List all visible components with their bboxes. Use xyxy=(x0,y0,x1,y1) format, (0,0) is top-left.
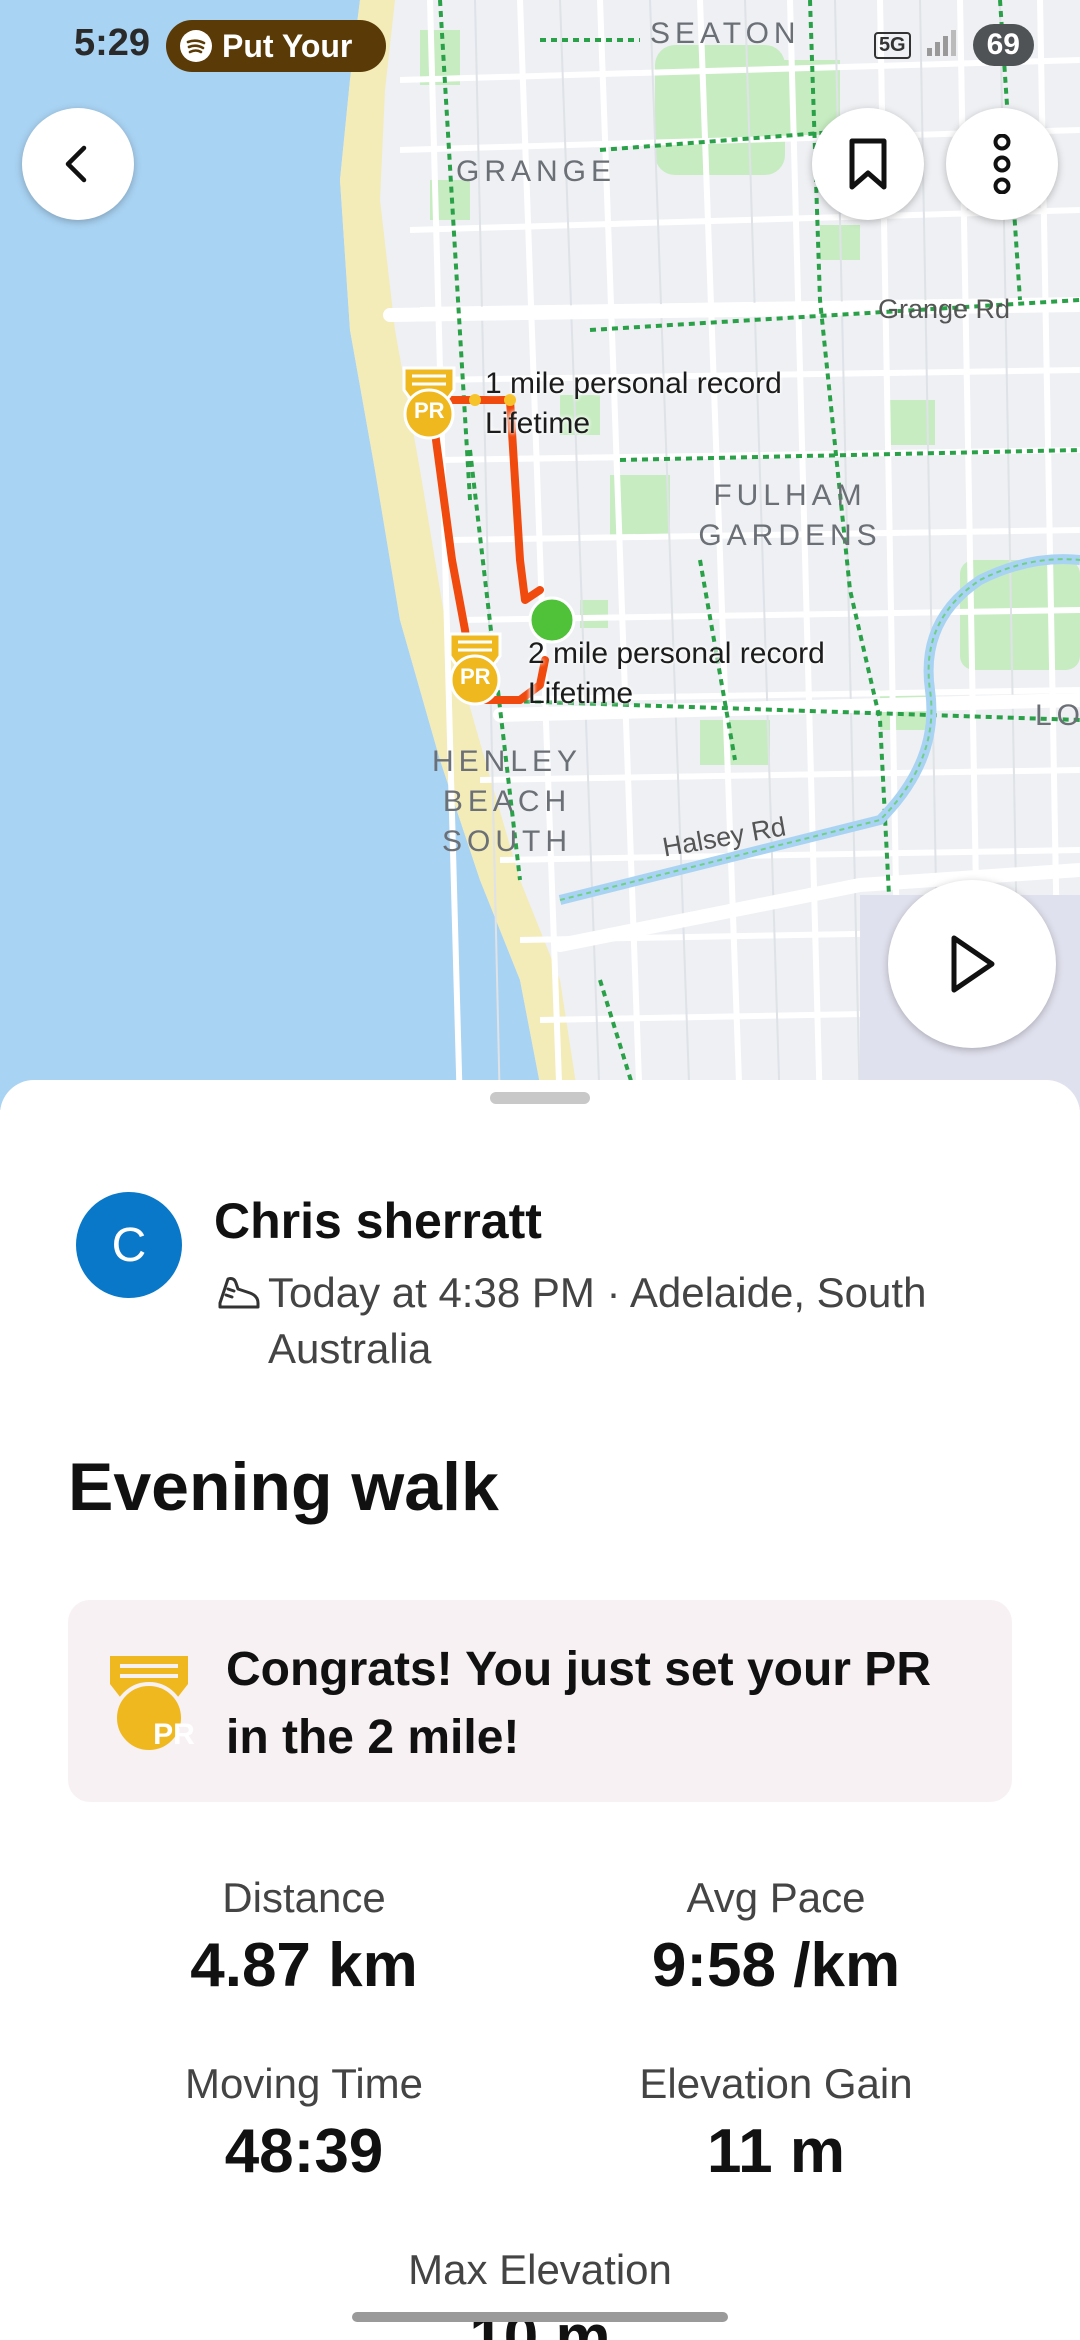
stat-distance-value: 4.87 km xyxy=(190,1931,418,2000)
back-button[interactable] xyxy=(22,108,134,220)
signal-icon xyxy=(925,28,959,63)
sheet-drag-handle[interactable] xyxy=(490,1092,590,1104)
chevron-left-icon xyxy=(65,145,87,183)
stat-moving-time-value: 48:39 xyxy=(224,2117,384,2186)
stat-elevation-gain-label: Elevation Gain xyxy=(639,2060,913,2107)
bookmark-button[interactable] xyxy=(812,108,924,220)
pr-marker-1-text: PR xyxy=(414,398,445,423)
pr-callout-2-subtitle: Lifetime xyxy=(528,677,634,710)
athlete-name[interactable]: Chris sherratt xyxy=(214,1192,542,1250)
pr-callout-1-title: 1 mile personal record xyxy=(485,367,782,400)
home-indicator[interactable] xyxy=(352,2312,728,2322)
stat-moving-time-label: Moving Time xyxy=(184,2060,424,2107)
status-icons: 5G 69 xyxy=(873,24,1034,66)
status-bar: 5:29 Put Your 5G 69 xyxy=(0,0,1080,95)
activity-meta-text: Today at 4:38 PM · Adelaide, South Austr… xyxy=(268,1269,927,1372)
stat-max-elevation: Max Elevation 10 m xyxy=(300,2246,780,2340)
pr-medal-text: PR xyxy=(153,1718,195,1751)
bookmark-icon xyxy=(849,138,887,190)
battery-indicator: 69 xyxy=(972,24,1034,66)
pr-callout-1-subtitle: Lifetime xyxy=(485,407,591,440)
stat-elevation-gain-value: 11 m xyxy=(707,2117,845,2186)
route-map[interactable]: PR PR SEATON GRANGE FULHAM GARDENS HENLE… xyxy=(0,0,1080,1110)
activity-title: Evening walk xyxy=(68,1449,499,1525)
map-label-henley-beach-south: HENLEY BEACH SOUTH xyxy=(432,745,583,858)
status-time: 5:29 xyxy=(74,22,151,64)
stat-distance-label: Distance xyxy=(222,1874,386,1921)
stat-elevation-gain: Elevation Gain 11 m xyxy=(536,2060,1016,2187)
activity-meta: Today at 4:38 PM · Adelaide, South Austr… xyxy=(214,1265,1014,1377)
stat-avg-pace-label: Avg Pace xyxy=(686,1874,866,1921)
play-icon xyxy=(951,935,995,993)
walk-shoe-icon xyxy=(214,1265,268,1377)
map-label-fulham-gardens: FULHAM GARDENS xyxy=(698,479,882,552)
spotify-icon xyxy=(180,30,212,62)
pr-callout-2[interactable]: 2 mile personal record Lifetime xyxy=(528,634,825,714)
road-label-grange-rd: Grange Rd xyxy=(878,294,1011,324)
more-options-button[interactable] xyxy=(946,108,1058,220)
activity-details-sheet: C Chris sherratt Today at 4:38 PM · Adel… xyxy=(0,1080,1080,2340)
pr-callout-1[interactable]: 1 mile personal record Lifetime xyxy=(485,364,782,444)
pr-callout-2-title: 2 mile personal record xyxy=(528,637,825,670)
stat-max-elevation-label: Max Elevation xyxy=(408,2246,672,2293)
network-5g-icon: 5G xyxy=(873,31,911,59)
stat-distance: Distance 4.87 km xyxy=(64,1874,544,2001)
spotify-now-playing[interactable]: Put Your xyxy=(166,20,386,72)
pr-banner[interactable]: PR Congrats! You just set your PR in the… xyxy=(68,1600,1012,1802)
map-label-lo: LO xyxy=(1035,699,1080,732)
pr-banner-text: Congrats! You just set your PR in the 2 … xyxy=(226,1643,931,1764)
stat-avg-pace: Avg Pace 9:58 /km xyxy=(536,1874,1016,2001)
stat-moving-time: Moving Time 48:39 xyxy=(64,2060,544,2187)
map-label-grange: GRANGE xyxy=(456,155,617,188)
stat-avg-pace-value: 9:58 /km xyxy=(651,1931,901,2000)
athlete-avatar[interactable]: C xyxy=(76,1192,182,1298)
more-vertical-icon xyxy=(993,134,1011,194)
pr-marker-2-text: PR xyxy=(460,664,491,689)
play-flyover-button[interactable] xyxy=(888,880,1056,1048)
spotify-track-text: Put Your xyxy=(222,27,353,64)
